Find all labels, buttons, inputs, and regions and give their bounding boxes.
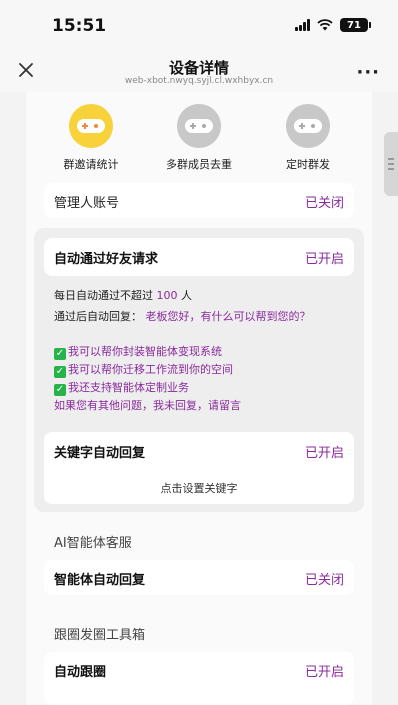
gamepad-icon	[177, 104, 221, 148]
reply-line: ✓ 我还支持智能体定制业务	[54, 379, 189, 396]
auto-friend-label: 自动通过好友请求	[54, 252, 159, 267]
auto-friend-state[interactable]: 已开启	[305, 248, 344, 267]
auto-follow-row[interactable]: 自动跟圈 已开启	[44, 652, 354, 705]
check-icon: ✓	[54, 366, 66, 378]
more-menu-icon[interactable]: ···	[356, 62, 380, 83]
reply-line-text: 我可以帮你封装智能体变现系统	[68, 345, 222, 358]
wifi-icon	[317, 19, 333, 31]
page-url: web-xbot.nwyq.syjl.cl.wxhbyx.cn	[124, 76, 274, 86]
check-icon: ✓	[54, 384, 66, 396]
tool-invite-stats[interactable]: 群邀请统计	[41, 104, 141, 172]
page-title: 设备详情	[168, 59, 229, 77]
keyword-label: 关键字自动回复	[54, 446, 146, 461]
gamepad-icon	[69, 104, 113, 148]
tool-label: 多群成员去重	[166, 158, 232, 171]
status-icons: 71	[295, 18, 371, 32]
reply-line-text: 我还支持智能体定制业务	[68, 381, 189, 394]
gamepad-icon	[286, 104, 330, 148]
auto-follow-label: 自动跟圈	[54, 665, 107, 680]
ai-section-title: AI智能体客服	[54, 536, 132, 551]
admin-account-row[interactable]: 管理人账号 已关闭	[44, 183, 354, 218]
auto-reply-prefix: 通过后自动回复：	[54, 310, 142, 323]
auto-follow-state[interactable]: 已开启	[305, 661, 344, 680]
daily-limit-unit: 人	[181, 289, 192, 302]
reply-line: ✓ 我可以帮你封装智能体变现系统	[54, 343, 222, 360]
ai-auto-reply-label: 智能体自动回复	[54, 573, 146, 588]
reply-closing: 如果您有其他问题，我未回复，请留言	[54, 399, 241, 412]
auto-friend-row[interactable]: 自动通过好友请求 已开启	[44, 238, 354, 276]
set-keyword-link[interactable]: 点击设置关键字	[44, 480, 354, 496]
reply-line-text: 我可以帮你迁移工作流到你的空间	[68, 363, 233, 376]
side-drag-handle[interactable]	[384, 132, 398, 196]
auto-reply-message[interactable]: 老板您好，有什么可以帮到您的？	[146, 310, 311, 323]
status-time: 15:51	[52, 16, 107, 36]
reply-line: ✓ 我可以帮你迁移工作流到你的空间	[54, 361, 233, 378]
admin-account-label: 管理人账号	[54, 196, 120, 211]
admin-account-state[interactable]: 已关闭	[305, 192, 344, 211]
check-icon: ✓	[54, 348, 66, 360]
tool-dedupe-members[interactable]: 多群成员去重	[149, 104, 249, 172]
ai-auto-reply-state[interactable]: 已关闭	[305, 569, 344, 588]
tool-label: 定时群发	[286, 158, 330, 171]
daily-limit-count[interactable]: 100	[157, 289, 178, 302]
tool-scheduled-broadcast[interactable]: 定时群发	[258, 104, 358, 172]
header: 15:51 71 设备详情 web-xbot.nwyq.syjl.cl.wxhb…	[0, 0, 398, 92]
battery-icon: 71	[340, 18, 371, 32]
tool-label: 群邀请统计	[63, 158, 119, 171]
daily-limit-prefix: 每日自动通过不超过	[54, 289, 153, 302]
moments-section-title: 跟圈发圈工具箱	[54, 628, 146, 643]
signal-icon	[295, 19, 310, 31]
auto-reply-greeting: 通过后自动回复： 老板您好，有什么可以帮到您的？	[54, 308, 311, 324]
keyword-state[interactable]: 已开启	[305, 442, 344, 461]
ai-auto-reply-row[interactable]: 智能体自动回复 已关闭	[44, 560, 354, 595]
daily-limit-text: 每日自动通过不超过 100 人	[54, 287, 192, 303]
